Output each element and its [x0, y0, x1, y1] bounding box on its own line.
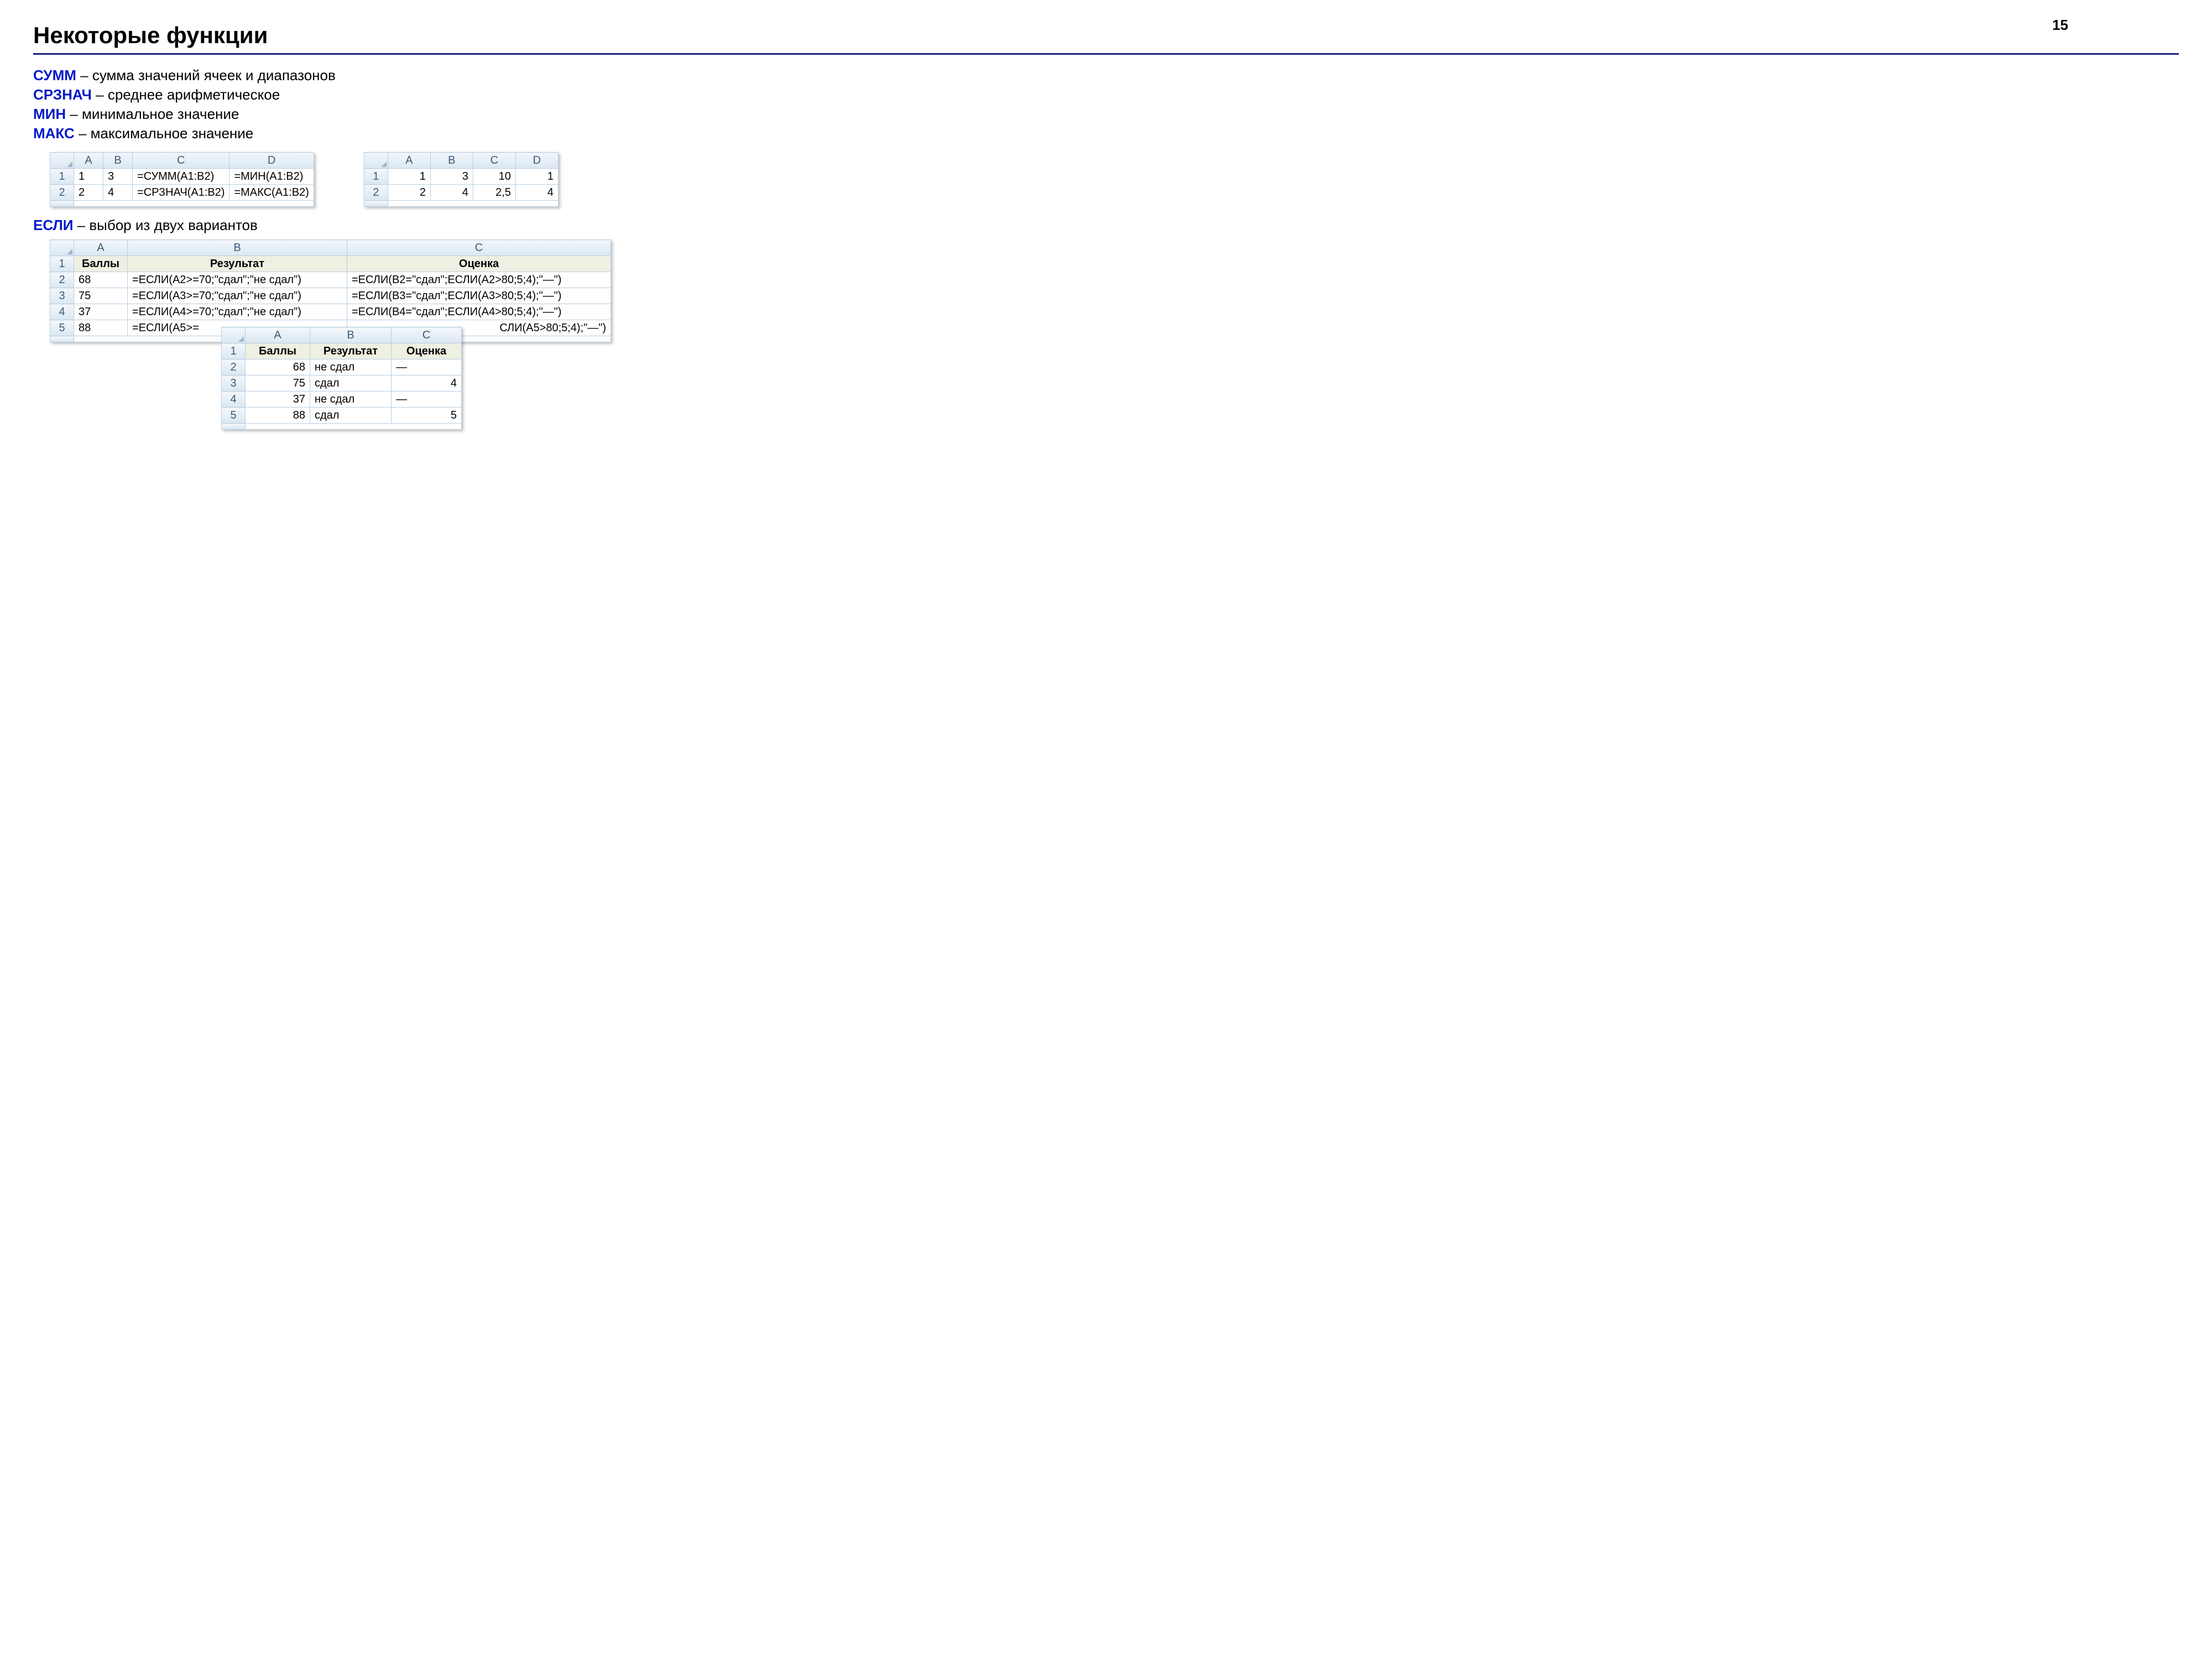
cell[interactable]: не сдал: [310, 392, 392, 408]
fn-sum-desc: – сумма значений ячеек и диапазонов: [76, 67, 336, 84]
page-title: Некоторые функции: [33, 22, 2179, 49]
fn-max-desc: – максимальное значение: [75, 125, 254, 142]
fn-avg: СРЗНАЧ: [33, 86, 92, 103]
col-header: C: [392, 327, 462, 343]
cell[interactable]: =ЕСЛИ(A4>=70;"сдал";"не сдал"): [128, 304, 347, 320]
col-header: B: [103, 153, 133, 169]
fn-min-desc: – минимальное значение: [66, 106, 239, 122]
col-header: A: [246, 327, 310, 343]
cell[interactable]: Оценка: [392, 343, 462, 359]
cell[interactable]: 37: [74, 304, 128, 320]
row-header: 2: [50, 272, 74, 288]
cell[interactable]: =СРЗНАЧ(A1:B2): [133, 185, 229, 201]
row-header: 1: [50, 256, 74, 272]
cell[interactable]: 2: [388, 185, 430, 201]
row-header: [364, 201, 388, 207]
col-header: D: [515, 153, 558, 169]
cell[interactable]: 37: [246, 392, 310, 408]
cell[interactable]: =СУММ(A1:B2): [133, 169, 229, 185]
cell[interactable]: 2: [74, 185, 103, 201]
cell[interactable]: 3: [103, 169, 133, 185]
cell[interactable]: 88: [74, 320, 128, 336]
cell[interactable]: не сдал: [310, 359, 392, 375]
cell[interactable]: =МАКС(A1:B2): [229, 185, 314, 201]
cell[interactable]: 1: [515, 169, 558, 185]
title-underline: [33, 53, 2179, 55]
row-header: 2: [50, 185, 74, 201]
cell[interactable]: Баллы: [246, 343, 310, 359]
cell[interactable]: 68: [74, 272, 128, 288]
fn-sum: СУММ: [33, 67, 76, 84]
fn-max: МАКС: [33, 125, 75, 142]
sheet-if-results: A B C 1 Баллы Результат Оценка 2 68 не с…: [221, 327, 462, 430]
cell[interactable]: =ЕСЛИ(A2>=70;"сдал";"не сдал"): [128, 272, 347, 288]
corner-cell: [364, 153, 388, 169]
cell[interactable]: 4: [515, 185, 558, 201]
col-header: A: [74, 240, 128, 256]
cell[interactable]: 5: [392, 408, 462, 424]
cell[interactable]: Оценка: [347, 256, 611, 272]
col-header: B: [430, 153, 473, 169]
row-header: 5: [50, 320, 74, 336]
cell[interactable]: сдал: [310, 408, 392, 424]
cell[interactable]: =ЕСЛИ(B3="сдал";ЕСЛИ(A3>80;5;4);"—"): [347, 288, 611, 304]
cell[interactable]: =ЕСЛИ(B4="сдал";ЕСЛИ(A4>80;5;4);"—"): [347, 304, 611, 320]
cell[interactable]: 3: [430, 169, 473, 185]
row-header: 3: [50, 288, 74, 304]
if-section-heading: ЕСЛИ – выбор из двух вариантов: [33, 217, 2179, 234]
cell[interactable]: 10: [473, 169, 515, 185]
row-header: 2: [364, 185, 388, 201]
row-header: 1: [50, 169, 74, 185]
col-header: C: [347, 240, 611, 256]
fn-if-desc: – выбор из двух вариантов: [73, 217, 257, 233]
cell[interactable]: —: [392, 359, 462, 375]
col-header: C: [133, 153, 229, 169]
cell[interactable]: 88: [246, 408, 310, 424]
sheet-formulas-1: A B C D 1 1 3 =СУММ(A1:B2) =МИН(A1:B2) 2…: [50, 152, 314, 207]
page-number: 15: [2052, 17, 2068, 34]
cell[interactable]: 4: [430, 185, 473, 201]
col-header: D: [229, 153, 314, 169]
cell[interactable]: =ЕСЛИ(B2="сдал";ЕСЛИ(A2>80;5;4);"—"): [347, 272, 611, 288]
cell[interactable]: Результат: [128, 256, 347, 272]
row-header: 3: [222, 375, 246, 392]
fn-min: МИН: [33, 106, 66, 122]
col-header: A: [74, 153, 103, 169]
row-header: 1: [222, 343, 246, 359]
row-header: 2: [222, 359, 246, 375]
cell[interactable]: 2,5: [473, 185, 515, 201]
row-header: 1: [364, 169, 388, 185]
row-header: 5: [222, 408, 246, 424]
sheet-results-1: A B C D 1 1 3 10 1 2 2 4 2,5 4: [364, 152, 559, 207]
corner-cell: [222, 327, 246, 343]
function-definitions: СУММ – сумма значений ячеек и диапазонов…: [33, 66, 2179, 143]
col-header: B: [310, 327, 392, 343]
cell[interactable]: 75: [246, 375, 310, 392]
fn-if: ЕСЛИ: [33, 217, 73, 233]
cell[interactable]: 4: [103, 185, 133, 201]
cell[interactable]: 68: [246, 359, 310, 375]
col-header: A: [388, 153, 430, 169]
cell[interactable]: Баллы: [74, 256, 128, 272]
col-header: C: [473, 153, 515, 169]
corner-cell: [50, 240, 74, 256]
fn-avg-desc: – среднее арифметическое: [92, 86, 280, 103]
row-header: 4: [50, 304, 74, 320]
col-header: B: [128, 240, 347, 256]
corner-cell: [50, 153, 74, 169]
cell[interactable]: —: [392, 392, 462, 408]
row-header: [50, 336, 74, 342]
cell[interactable]: 75: [74, 288, 128, 304]
row-header: 4: [222, 392, 246, 408]
cell[interactable]: 1: [74, 169, 103, 185]
cell[interactable]: Результат: [310, 343, 392, 359]
cell[interactable]: 1: [388, 169, 430, 185]
row-header: [222, 424, 246, 430]
cell[interactable]: сдал: [310, 375, 392, 392]
cell[interactable]: =ЕСЛИ(A3>=70;"сдал";"не сдал"): [128, 288, 347, 304]
row-header: [50, 201, 74, 207]
cell[interactable]: =МИН(A1:B2): [229, 169, 314, 185]
cell[interactable]: 4: [392, 375, 462, 392]
